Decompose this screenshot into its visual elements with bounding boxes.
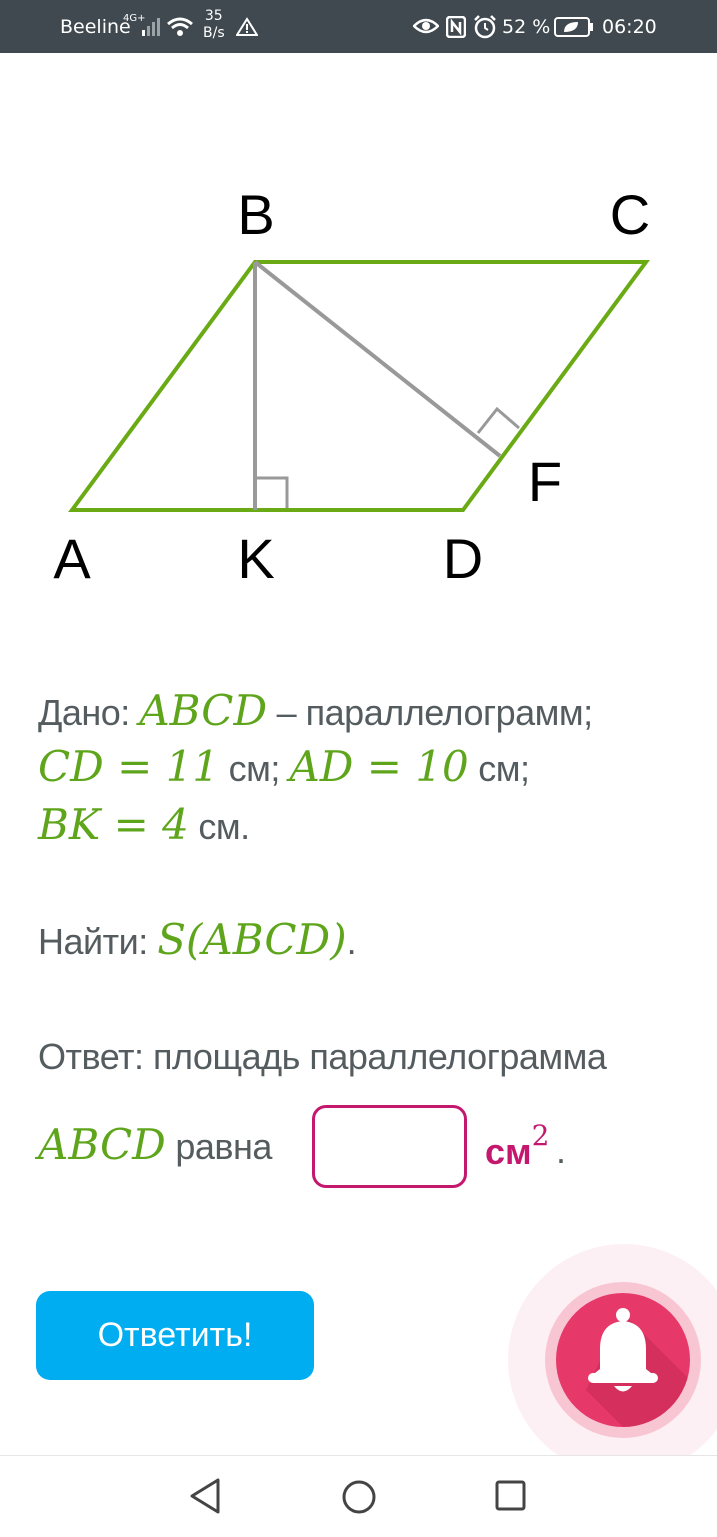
battery-icon <box>554 17 593 37</box>
bk-expression: BK = 4 <box>38 800 189 849</box>
wifi-icon <box>167 17 193 36</box>
home-icon[interactable] <box>340 1478 378 1516</box>
parallelogram-figure: B C A K D F <box>53 183 650 590</box>
cd-unit: см; <box>219 748 281 789</box>
vertex-label-a: A <box>53 527 91 590</box>
given-line-1: Дано: ABCD – параллелограмм; <box>38 686 593 735</box>
answer-line-1: Ответ: площадь параллелограмма <box>38 1036 607 1077</box>
speed-unit: B/s <box>203 25 225 41</box>
submit-button[interactable]: Ответить! <box>36 1291 314 1380</box>
carrier-name: Beeline <box>60 15 131 38</box>
answer-unit: см2 <box>485 1119 549 1173</box>
right-angle-f <box>476 406 520 434</box>
given-label: Дано: <box>38 692 130 733</box>
data-speed: 35 B/s <box>203 8 225 42</box>
given-description: – параллелограмм; <box>267 692 594 733</box>
vertex-label-b: B <box>237 183 274 246</box>
find-expression: S(ABCD) <box>157 915 347 964</box>
vertex-label-c: C <box>610 183 650 246</box>
signal-icon <box>142 18 160 36</box>
answer-line-2: ABCD равна <box>38 1120 272 1169</box>
answer-figure: ABCD <box>38 1120 166 1169</box>
speed-value: 35 <box>204 8 223 24</box>
clock: 06:20 <box>602 15 657 38</box>
recent-apps-icon[interactable] <box>494 1479 528 1513</box>
back-icon[interactable] <box>188 1477 224 1515</box>
ad-expression: AD = 10 <box>289 742 469 791</box>
bell-icon <box>586 1308 690 1427</box>
unit-power: 2 <box>531 1119 550 1152</box>
navigation-bar <box>0 1455 717 1537</box>
given-figure: ABCD <box>139 686 268 735</box>
ad-unit: см; <box>468 748 530 789</box>
battery-percent: 52 % <box>502 15 551 38</box>
height-bf <box>253 260 502 458</box>
cd-expression: CD = 11 <box>38 742 220 791</box>
answer-input[interactable] <box>312 1105 467 1188</box>
point-label-k: K <box>237 527 274 590</box>
find-label: Найти: <box>38 921 148 962</box>
vertex-label-d: D <box>443 527 483 590</box>
right-angle-k <box>257 476 289 508</box>
find-end: . <box>346 921 357 962</box>
warning-icon <box>236 17 258 36</box>
answer-word: равна <box>175 1126 272 1167</box>
eye-icon <box>413 18 439 34</box>
status-bar: Beeline 4G+ 35 B/s 52 % 06:20 <box>0 0 717 53</box>
given-line-2: CD = 11 см; AD = 10 см; <box>38 742 530 791</box>
given-line-3: BK = 4 см. <box>38 800 250 849</box>
notification-bell-button[interactable] <box>556 1293 690 1427</box>
nfc-icon <box>446 16 466 38</box>
point-label-f: F <box>528 450 562 513</box>
answer-end: . <box>556 1130 566 1171</box>
alarm-icon <box>474 15 496 39</box>
find-line: Найти: S(ABCD). <box>38 915 357 964</box>
bk-unit: см. <box>188 806 250 847</box>
unit-text: см <box>485 1131 532 1172</box>
